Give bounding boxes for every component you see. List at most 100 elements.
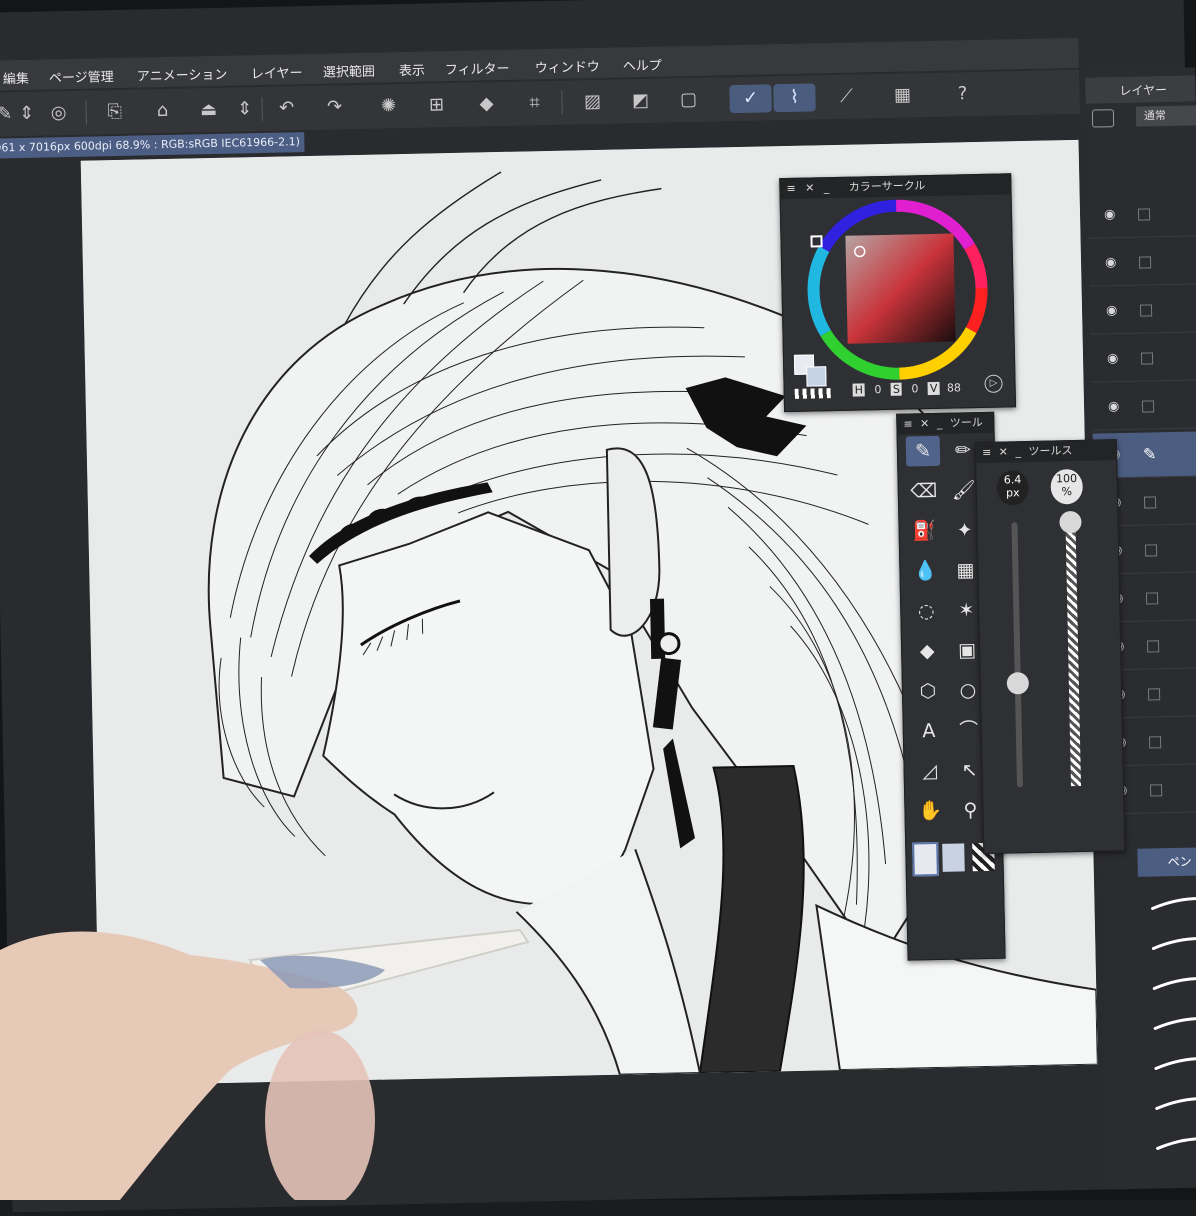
color-circle-title: カラーサークル (848, 179, 926, 194)
main-color-chip[interactable] (912, 841, 939, 877)
menu-filter[interactable]: フィルター (445, 58, 510, 78)
layer-lock-checkbox[interactable] (1140, 352, 1154, 365)
eye-icon[interactable]: ◉ (1107, 351, 1119, 366)
opacity-slider-thumb[interactable] (1059, 510, 1082, 534)
ruler-tool[interactable]: ◿ (912, 756, 947, 787)
brush-stroke-icon[interactable]: ⌇ (773, 83, 816, 113)
menu-icon[interactable]: ≡ (982, 446, 991, 459)
brush-size-slider-thumb[interactable] (1006, 672, 1030, 695)
layer-row[interactable]: ◉ (1091, 383, 1196, 431)
hsv-readout: H 0 S 0 V 88 (852, 381, 961, 397)
loading-icon[interactable]: ✺ (373, 92, 404, 121)
tool-property-title: ツールス (1028, 444, 1073, 458)
undo-icon[interactable]: ↶ (271, 94, 302, 123)
pen-tool[interactable]: ✎ (905, 435, 941, 467)
close-icon[interactable]: ✕ (805, 181, 814, 194)
eye-icon[interactable]: ◉ (1104, 207, 1116, 222)
s-label: S (890, 382, 903, 396)
help-icon[interactable]: ? (947, 80, 978, 109)
layer-row[interactable]: ◉ (1087, 191, 1196, 239)
menu-icon[interactable]: ≡ (786, 182, 795, 195)
menu-edit[interactable]: 編集 (3, 68, 29, 88)
play-icon[interactable]: ▷ (984, 374, 1003, 393)
eye-icon[interactable]: ◉ (1106, 303, 1118, 318)
menu-window[interactable]: ウィンドウ (535, 56, 600, 76)
minimize-icon[interactable]: _ (824, 181, 830, 194)
saturation-value-square[interactable] (845, 233, 956, 344)
figure-tool[interactable]: ⬡ (911, 676, 946, 707)
layer-row[interactable]: ◉ (1090, 335, 1196, 383)
stepper-icon[interactable]: ⇕ (11, 100, 42, 129)
sub-color-chip[interactable] (942, 843, 965, 872)
opacity-slider[interactable] (1059, 510, 1082, 787)
eraser-tool[interactable]: ⌫ (906, 476, 941, 507)
tablet-icon[interactable]: ▦ (887, 81, 918, 110)
menu-layer[interactable]: レイヤー (251, 62, 303, 82)
layer-lock-checkbox[interactable] (1148, 736, 1162, 749)
blend-mode-icon[interactable] (1091, 109, 1115, 128)
eye-icon[interactable]: ◉ (1108, 399, 1120, 414)
frame-icon[interactable]: ▢ (673, 86, 704, 115)
new-page-icon[interactable]: ⎘ (99, 98, 130, 127)
sub-color-swatch[interactable] (806, 366, 827, 387)
airbrush-tool[interactable]: ⛽ (907, 516, 942, 547)
menu-selection[interactable]: 選択範囲 (323, 61, 375, 81)
minimize-icon[interactable]: _ (937, 417, 943, 430)
toolbar-divider (85, 100, 87, 125)
hand-tool[interactable]: ✋ (913, 796, 948, 827)
close-icon[interactable]: ✕ (999, 445, 1008, 458)
color-circle-panel: ≡ ✕ _ カラーサークル H 0 S 0 V 88 ▷ (779, 173, 1017, 413)
tool-panel-header: ≡ ✕ _ ツール (897, 412, 994, 435)
layer-lock-checkbox[interactable] (1141, 400, 1155, 413)
pen-line-icon[interactable]: ⟋ (831, 82, 862, 111)
vector-pen-icon[interactable]: ✓ (729, 84, 772, 114)
menu-animation[interactable]: アニメーション (137, 64, 228, 85)
layer-lock-checkbox[interactable] (1139, 304, 1153, 317)
layer-panel-header: レイヤー (1085, 75, 1196, 104)
blend-tool[interactable]: 💧 (908, 556, 943, 587)
transform-icon[interactable]: ⊞ (421, 91, 452, 120)
transparent-color-swatch[interactable] (794, 388, 831, 399)
brush-stroke-previews (1151, 897, 1196, 1150)
brush-size-slider[interactable] (1006, 522, 1030, 788)
hue-ring[interactable] (801, 193, 995, 387)
layer-lock-checkbox[interactable] (1143, 496, 1157, 509)
lasso-tool[interactable]: ◌ (909, 596, 944, 627)
s-value: 0 (911, 382, 919, 396)
layer-lock-checkbox[interactable] (1137, 208, 1151, 221)
brush-stroke-list[interactable] (1142, 887, 1196, 1188)
open-icon[interactable]: ⌂ (147, 97, 178, 126)
fill-tool[interactable]: ◆ (910, 636, 945, 667)
menu-icon[interactable]: ≡ (903, 417, 912, 430)
layer-lock-checkbox[interactable] (1149, 784, 1163, 797)
tone-icon[interactable]: ◩ (625, 87, 656, 116)
menu-page-management[interactable]: ページ管理 (49, 66, 114, 86)
brush-size-unit: px (1005, 486, 1020, 500)
layer-row[interactable]: ◉ (1088, 239, 1196, 287)
close-icon[interactable]: ✕ (920, 417, 929, 430)
h-label: H (852, 383, 866, 397)
opacity-readout: 100 % (1050, 468, 1084, 505)
layer-lock-checkbox[interactable] (1146, 640, 1160, 653)
menu-view[interactable]: 表示 (399, 60, 425, 80)
eye-icon[interactable]: ◉ (1105, 255, 1117, 270)
brush-tab-pen[interactable]: ペン (1137, 846, 1196, 877)
opacity-value: 100 (1055, 471, 1078, 486)
layer-lock-checkbox[interactable] (1144, 544, 1158, 557)
layer-row[interactable]: ◉ (1089, 287, 1196, 335)
fill-icon[interactable]: ◆ (471, 90, 502, 119)
minimize-icon[interactable]: _ (1015, 445, 1021, 458)
layer-panel-title: レイヤー (1119, 83, 1168, 99)
menu-help[interactable]: ヘルプ (623, 55, 662, 75)
layer-lock-checkbox[interactable] (1147, 688, 1161, 701)
hide-icon[interactable]: ▨ (577, 88, 608, 117)
layer-color-icon[interactable]: ◎ (43, 99, 74, 128)
redo-icon[interactable]: ↷ (319, 93, 350, 122)
crop-icon[interactable]: ⌗ (519, 89, 550, 118)
export-icon[interactable]: ⏏ (193, 96, 224, 125)
layer-lock-checkbox[interactable] (1145, 592, 1159, 605)
layer-lock-checkbox[interactable] (1138, 256, 1152, 269)
blend-mode-select[interactable]: 通常 (1135, 105, 1196, 127)
text-tool[interactable]: A (912, 716, 947, 747)
stepper2-icon[interactable]: ⇕ (229, 95, 260, 124)
